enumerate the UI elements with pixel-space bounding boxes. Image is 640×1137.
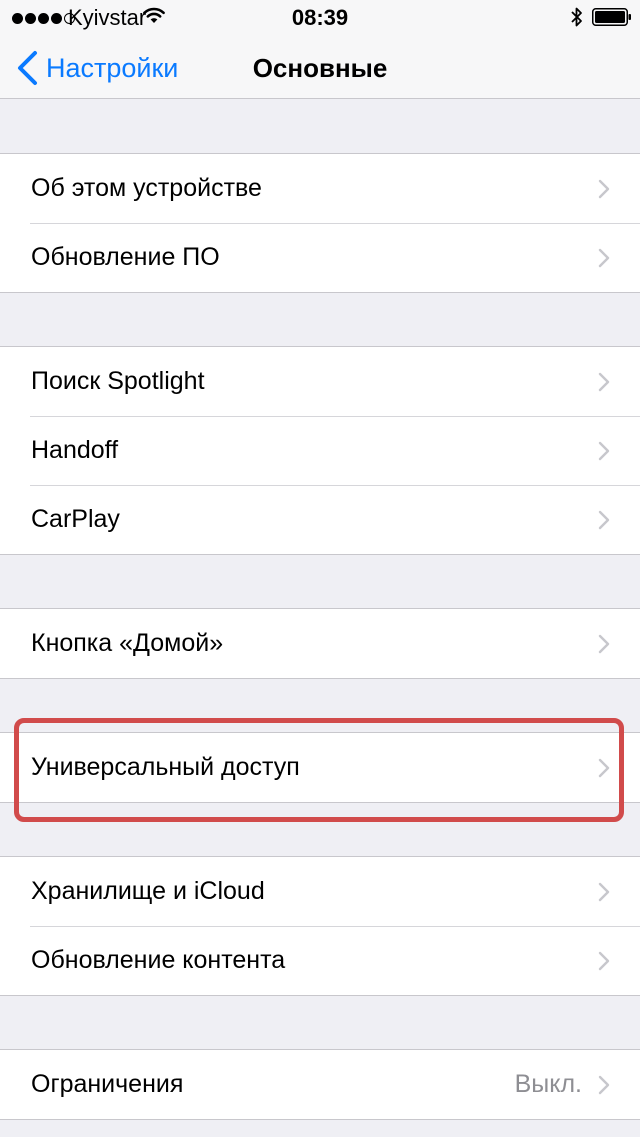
chevron-right-icon bbox=[598, 758, 610, 778]
row-label: Универсальный доступ bbox=[31, 753, 300, 781]
row-accessibility[interactable]: Универсальный доступ bbox=[0, 733, 640, 802]
battery-icon bbox=[592, 8, 631, 26]
chevron-right-icon bbox=[598, 634, 610, 654]
row-label: Поиск Spotlight bbox=[31, 367, 205, 395]
status-bar: Kyivstar 08:39 bbox=[0, 0, 640, 40]
chevron-right-icon bbox=[598, 372, 610, 392]
bluetooth-icon bbox=[571, 7, 582, 27]
row-background-refresh[interactable]: Обновление контента bbox=[0, 926, 640, 995]
chevron-right-icon bbox=[598, 1075, 610, 1095]
row-label: Ограничения bbox=[31, 1070, 184, 1098]
settings-group-restrictions: Ограничения Выкл. bbox=[0, 1049, 640, 1120]
chevron-right-icon bbox=[598, 179, 610, 199]
row-handoff[interactable]: Handoff bbox=[0, 416, 640, 485]
row-carplay[interactable]: CarPlay bbox=[0, 485, 640, 554]
settings-group-storage: Хранилище и iCloud Обновление контента bbox=[0, 856, 640, 996]
row-label: Кнопка «Домой» bbox=[31, 629, 224, 657]
row-label: Обновление контента bbox=[31, 946, 286, 974]
chevron-right-icon bbox=[598, 882, 610, 902]
row-software-update[interactable]: Обновление ПО bbox=[0, 223, 640, 292]
settings-group-continuity: Поиск Spotlight Handoff CarPlay bbox=[0, 346, 640, 555]
row-about[interactable]: Об этом устройстве bbox=[0, 154, 640, 223]
row-label: Об этом устройстве bbox=[31, 174, 262, 202]
row-value: Выкл. bbox=[514, 1070, 582, 1098]
row-label: Handoff bbox=[31, 436, 119, 464]
row-storage-icloud[interactable]: Хранилище и iCloud bbox=[0, 857, 640, 926]
status-time: 08:39 bbox=[291, 5, 349, 30]
chevron-right-icon bbox=[598, 441, 610, 461]
chevron-right-icon bbox=[598, 951, 610, 971]
chevron-right-icon bbox=[598, 510, 610, 530]
settings-group-accessibility: Универсальный доступ bbox=[0, 732, 640, 803]
page-title: Основные bbox=[252, 53, 388, 83]
row-spotlight-search[interactable]: Поиск Spotlight bbox=[0, 347, 640, 416]
settings-group-device: Об этом устройстве Обновление ПО bbox=[0, 153, 640, 293]
row-label: Хранилище и iCloud bbox=[31, 877, 265, 905]
row-label: CarPlay bbox=[31, 505, 120, 533]
settings-general-screen: Kyivstar 08:39 Настройки Основные Об это… bbox=[0, 0, 640, 1137]
settings-group-home-button: Кнопка «Домой» bbox=[0, 608, 640, 679]
row-home-button[interactable]: Кнопка «Домой» bbox=[0, 609, 640, 678]
navigation-bar: Настройки Основные bbox=[0, 40, 640, 99]
row-label: Обновление ПО bbox=[31, 243, 220, 271]
chevron-right-icon bbox=[598, 248, 610, 268]
row-restrictions[interactable]: Ограничения Выкл. bbox=[0, 1050, 640, 1119]
